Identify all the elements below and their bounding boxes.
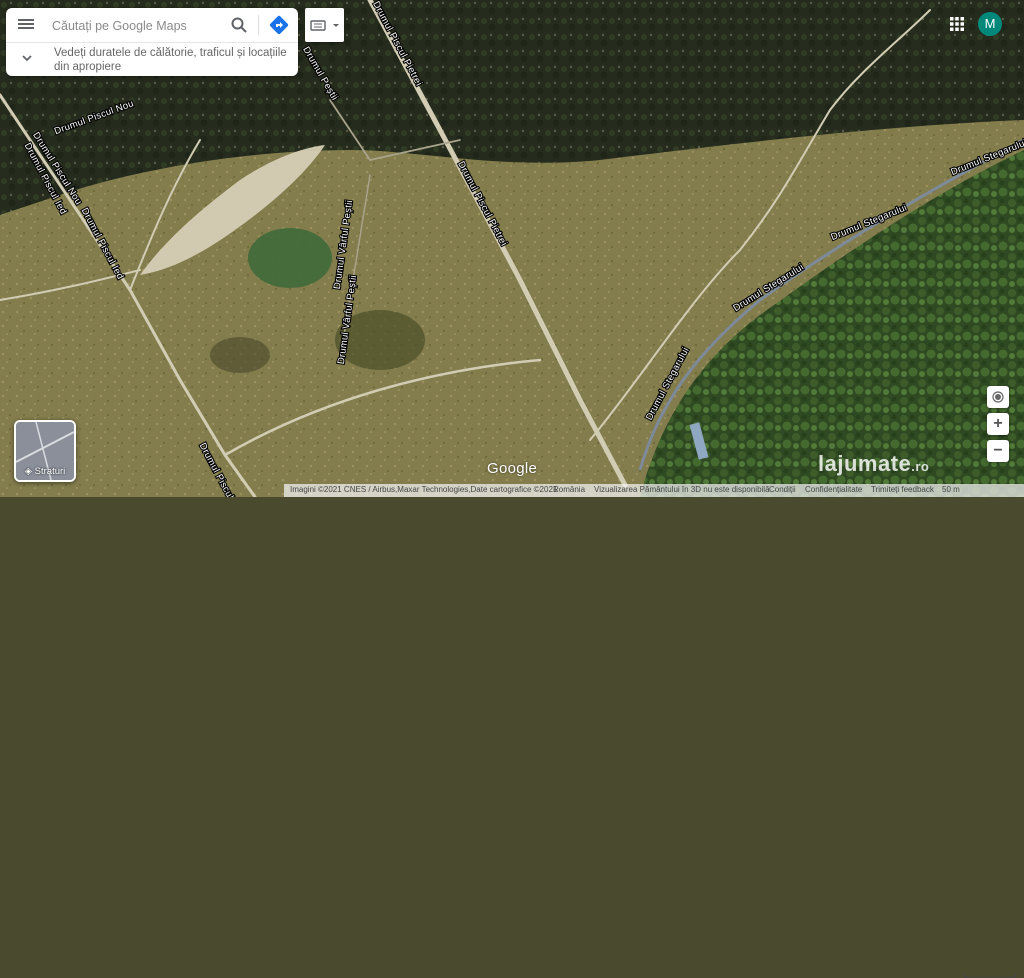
keyboard-icon — [310, 20, 339, 31]
avatar[interactable]: M — [978, 12, 1002, 36]
expand-suggestions[interactable]: Vedeți duratele de călătorie, traficul ș… — [6, 43, 298, 76]
imagery-attribution: Imagini ©2021 CNES / Airbus,Maxar Techno… — [290, 485, 558, 494]
location-button[interactable] — [987, 386, 1009, 408]
shrub-patch — [210, 337, 270, 373]
watermark-logo: lajumate.ro — [818, 451, 929, 477]
directions-icon[interactable] — [268, 14, 290, 36]
layers-label: ◈ Straturi — [16, 466, 74, 477]
search-bar — [6, 8, 298, 43]
chevron-down-icon — [22, 55, 32, 62]
privacy-link[interactable]: Confidențialitate — [805, 485, 862, 494]
google-logo: Google — [487, 460, 538, 477]
map-controls: + − — [987, 386, 1009, 467]
country-label[interactable]: România — [553, 485, 585, 494]
layers-button[interactable]: ◈ Straturi — [14, 420, 76, 482]
my-location-icon — [992, 391, 1004, 403]
zoom-in-button[interactable]: + — [987, 413, 1009, 435]
apps-grid-icon[interactable] — [949, 16, 965, 32]
view3d-note: Vizualizarea Pământului în 3D nu este di… — [594, 485, 770, 494]
pond — [248, 228, 332, 288]
terms-link[interactable]: Condiții — [769, 485, 796, 494]
search-input[interactable] — [50, 16, 224, 36]
feedback-link[interactable]: Trimiteți feedback — [871, 485, 934, 494]
menu-icon[interactable] — [18, 17, 34, 33]
search-panel: Vedeți duratele de călătorie, traficul ș… — [6, 8, 298, 76]
expand-text: Vedeți duratele de călătorie, traficul ș… — [54, 47, 287, 73]
scale-label: 50 m — [942, 485, 960, 494]
watermark-text: lajumate — [818, 451, 912, 476]
scale-bar — [964, 974, 1016, 978]
map-footer: Imagini ©2021 CNES / Airbus,Maxar Techno… — [0, 484, 1024, 978]
layers-icon: ◈ — [24, 466, 33, 477]
layers-text: Straturi — [34, 466, 66, 477]
watermark-suffix: .ro — [911, 459, 930, 474]
separator — [258, 15, 259, 35]
search-icon[interactable] — [230, 16, 248, 34]
zoom-out-button[interactable]: − — [987, 440, 1009, 462]
input-tools-button[interactable] — [305, 8, 344, 42]
